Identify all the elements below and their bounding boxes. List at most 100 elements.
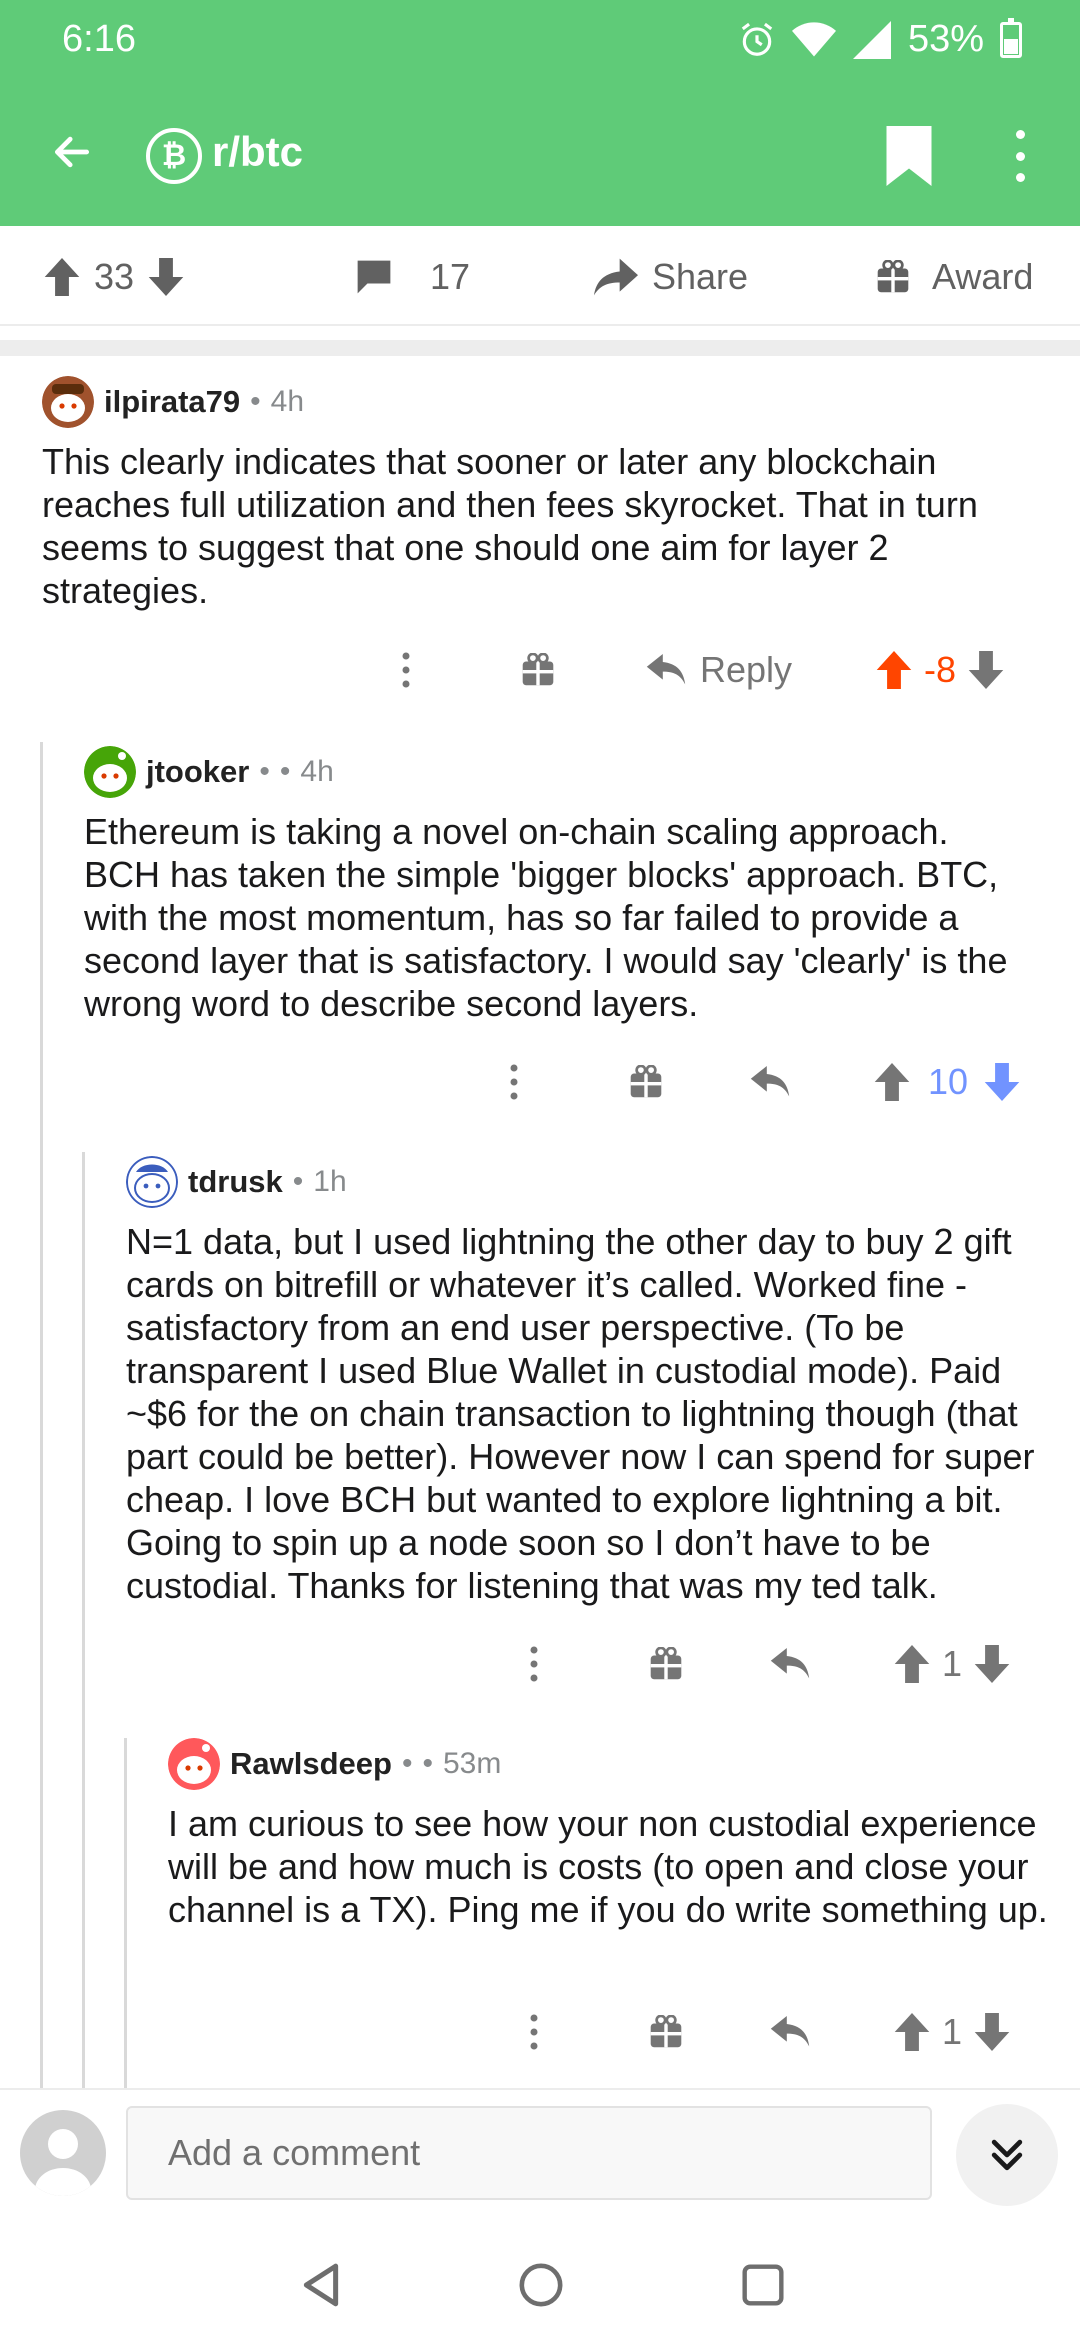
downvote-icon[interactable] [148, 258, 184, 296]
thread-line [82, 1152, 85, 2088]
meta-dot: • [259, 755, 270, 788]
thread-line [124, 1738, 127, 2088]
comment-score: 1 [942, 1643, 963, 1684]
reply-icon [770, 2016, 810, 2047]
post-action-bar: 33 17 Share Award [0, 226, 1080, 326]
comment-username[interactable]: Rawlsdeep [230, 1746, 392, 1782]
bookmark-icon [886, 126, 932, 186]
downvote-icon[interactable] [974, 2013, 1010, 2051]
gift-icon [650, 1647, 682, 1680]
subreddit-icon[interactable]: ₿ [146, 128, 202, 184]
share-icon [594, 258, 638, 296]
double-chevron-down-icon [991, 2139, 1023, 2171]
nav-home-button[interactable] [516, 2260, 566, 2310]
comment-time: 4h [300, 755, 334, 788]
post-comments-button[interactable]: 17 [354, 256, 470, 298]
comment-time: 1h [313, 1165, 347, 1198]
meta-dot: • [422, 1747, 433, 1780]
vote-group: 10 [874, 1061, 1020, 1103]
more-options-button[interactable] [514, 1646, 554, 1682]
avatar[interactable] [168, 1738, 220, 1790]
nav-recents-button[interactable] [738, 2260, 788, 2310]
back-arrow-icon [54, 136, 90, 168]
reply-icon [646, 654, 686, 685]
downvote-icon[interactable] [984, 1063, 1020, 1101]
reply-label: Reply [700, 649, 793, 690]
reply-button[interactable] [770, 2016, 810, 2048]
award-button[interactable] [518, 653, 558, 687]
share-button[interactable]: Share [594, 256, 748, 298]
wifi-icon [791, 21, 836, 56]
comment-username[interactable]: ilpirata79 [104, 384, 240, 420]
comment-composer: Add a comment [0, 2088, 1080, 2218]
more-options-button[interactable] [1005, 126, 1035, 186]
dot-icon [1015, 173, 1025, 182]
comment-header: ilpirata79 • 4h [42, 374, 1042, 430]
more-options-button[interactable] [386, 652, 426, 688]
comment-username[interactable]: jtooker [146, 754, 249, 790]
comment-actions: 1 [514, 2002, 1010, 2062]
add-comment-input[interactable]: Add a comment [126, 2106, 932, 2200]
comment-body: This clearly indicates that sooner or la… [42, 441, 978, 611]
post-vote-group: 33 [44, 256, 184, 298]
award-button[interactable] [646, 2015, 686, 2049]
system-nav-bar [0, 2218, 1080, 2340]
comment-username[interactable]: tdrusk [188, 1164, 283, 1200]
nav-back-button[interactable] [296, 2260, 346, 2310]
comment-header: tdrusk • 1h [126, 1154, 1056, 1210]
comment-time: 4h [270, 385, 305, 418]
reply-button[interactable] [750, 1066, 790, 1098]
comment-time: 53m [442, 1747, 502, 1780]
back-button[interactable] [42, 122, 102, 182]
reply-icon [770, 1648, 810, 1679]
gift-icon [522, 653, 554, 686]
more-vertical-icon [510, 1064, 518, 1100]
comment: Rawlsdeep • • 53m I am curious to see ho… [168, 1736, 1068, 1931]
dot-icon [1015, 151, 1025, 161]
comment-actions: 10 [494, 1052, 1020, 1112]
avatar[interactable] [126, 1156, 178, 1208]
vote-group: 1 [894, 2011, 1010, 2053]
more-options-button[interactable] [514, 2014, 554, 2050]
award-button[interactable]: Award [876, 256, 1033, 298]
comment-header: jtooker • • 4h [84, 744, 1044, 800]
user-avatar[interactable] [20, 2110, 106, 2196]
comment-actions: 1 [514, 1634, 1010, 1694]
thread-line [40, 742, 43, 2088]
bookmark-button[interactable] [884, 126, 934, 186]
status-icons: 53% [738, 17, 1022, 61]
more-options-button[interactable] [494, 1064, 534, 1100]
avatar[interactable] [42, 376, 94, 428]
battery-icon [1000, 17, 1022, 58]
reply-button[interactable] [770, 1648, 810, 1680]
vote-group: -8 [876, 649, 1004, 691]
dot-icon [1015, 130, 1025, 139]
vote-group: 1 [894, 1643, 1010, 1685]
downvote-icon[interactable] [968, 651, 1004, 689]
status-time: 6:16 [62, 18, 136, 60]
upvote-icon[interactable] [876, 651, 912, 689]
circle-home-icon [519, 2263, 563, 2307]
award-button[interactable] [626, 1065, 666, 1099]
battery-percent: 53% [907, 18, 984, 60]
gift-icon [877, 260, 909, 293]
more-vertical-icon [402, 652, 410, 688]
award-button[interactable] [646, 1647, 686, 1681]
alarm-icon [741, 22, 773, 56]
square-recents-icon [742, 2264, 784, 2306]
upvote-icon[interactable] [44, 258, 80, 296]
comment-body: I am curious to see how your non custodi… [168, 1803, 1048, 1930]
comment-actions: Reply -8 [386, 640, 1004, 700]
comment-icon [357, 260, 391, 294]
downvote-icon[interactable] [974, 1645, 1010, 1683]
section-separator [0, 340, 1080, 356]
upvote-icon[interactable] [874, 1063, 910, 1101]
reply-button[interactable]: Reply [646, 649, 792, 691]
gift-icon [650, 2015, 682, 2048]
upvote-icon[interactable] [894, 2013, 930, 2051]
subreddit-name[interactable]: r/btc [212, 128, 303, 176]
avatar[interactable] [84, 746, 136, 798]
upvote-icon[interactable] [894, 1645, 930, 1683]
comment-body: Ethereum is taking a novel on-chain scal… [84, 811, 1008, 1024]
collapse-threads-button[interactable] [956, 2104, 1058, 2206]
